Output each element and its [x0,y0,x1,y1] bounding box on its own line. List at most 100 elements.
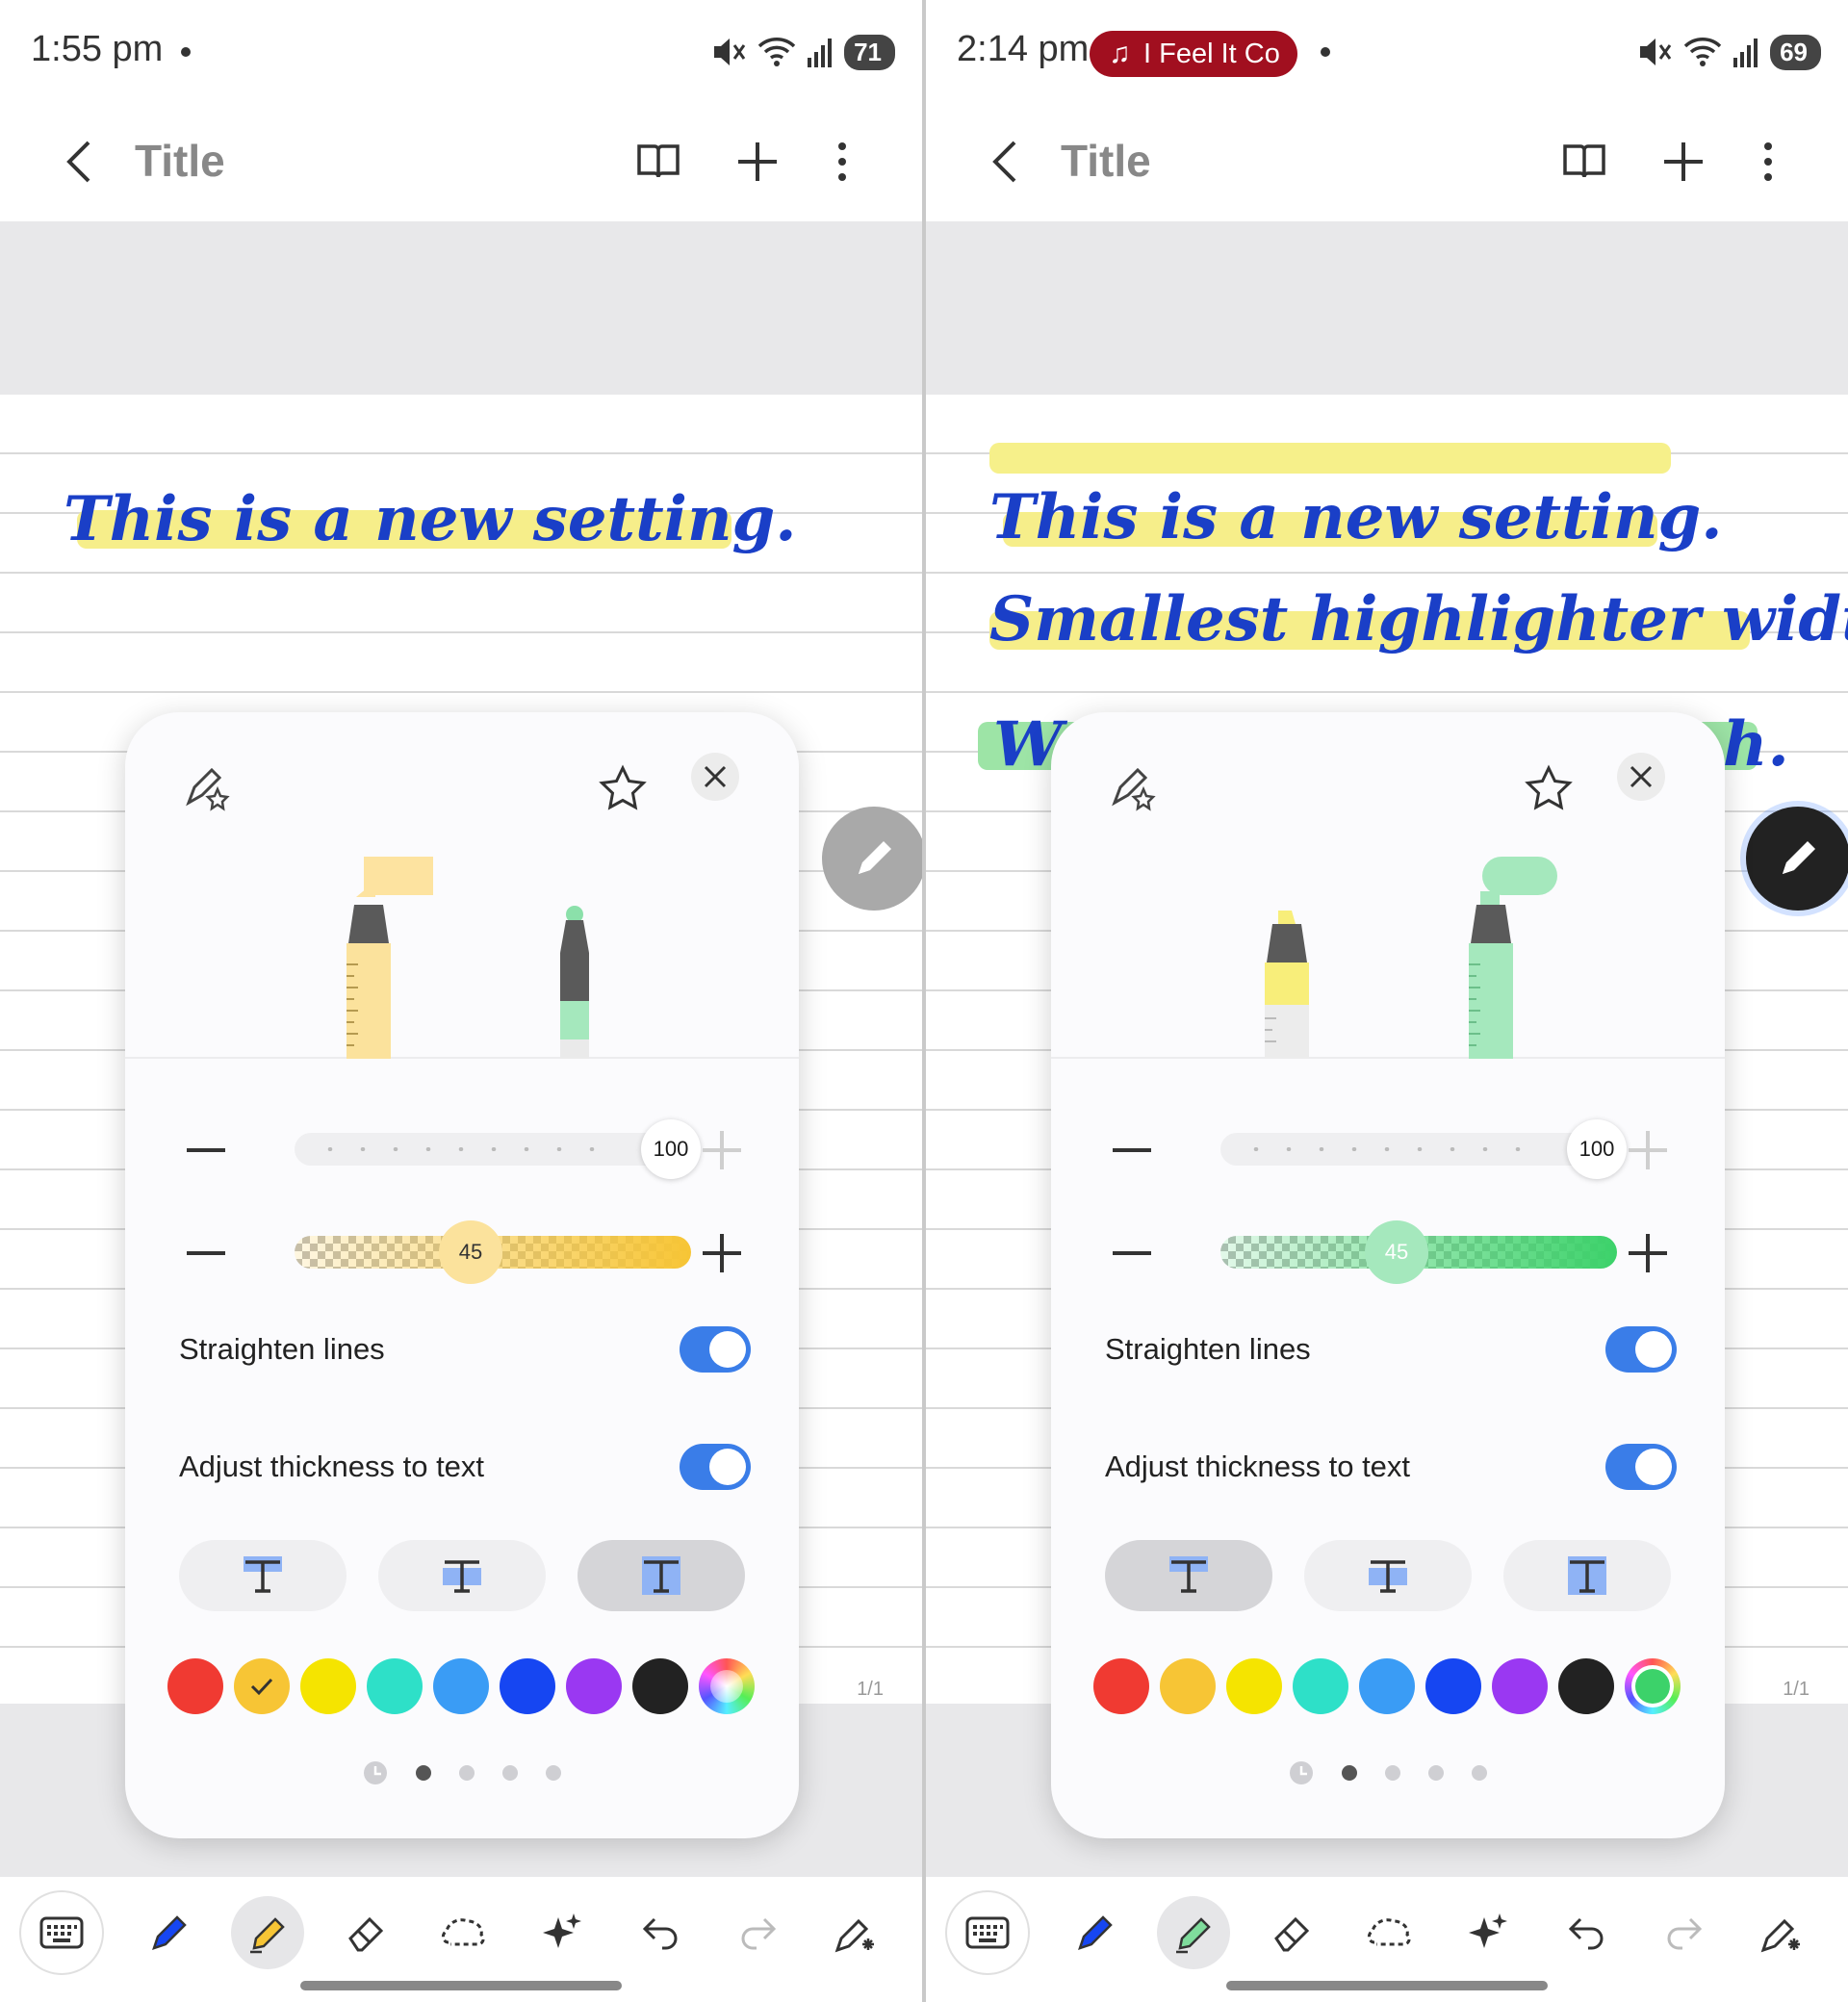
page-top-margin [926,221,1848,395]
pen-settings-button[interactable] [1746,1896,1819,1969]
pen-tool[interactable] [1059,1896,1132,1969]
lasso-icon [441,1918,485,1946]
palette-page-1[interactable] [1342,1765,1357,1781]
pen-icon [152,1915,187,1950]
chisel-highlighter-pen[interactable] [318,857,433,1059]
adjust-thickness-toggle[interactable] [680,1444,751,1490]
eraser-tool[interactable] [1255,1896,1328,1969]
color-blue[interactable] [500,1658,555,1714]
size-increase-button[interactable] [703,1131,741,1169]
color-light-blue[interactable] [1359,1658,1415,1714]
pen-mode-button[interactable] [1746,807,1848,911]
favorite-pen-add-icon[interactable] [181,760,239,818]
pen-tool[interactable] [133,1896,206,1969]
color-orange-yellow[interactable] [234,1658,290,1714]
pen-mode-button[interactable] [822,807,922,911]
color-purple[interactable] [566,1658,622,1714]
text-highlight-mode-middle[interactable] [1304,1540,1472,1611]
text-highlight-mode-top[interactable] [1105,1540,1272,1611]
size-slider-track[interactable] [1220,1133,1617,1166]
highlighter-tool[interactable] [1157,1896,1230,1969]
color-light-blue[interactable] [433,1658,489,1714]
color-yellow[interactable] [300,1658,356,1714]
pen-settings-button[interactable] [820,1896,893,1969]
recent-colors-icon[interactable] [362,1759,389,1786]
color-black[interactable] [1558,1658,1614,1714]
more-options-icon[interactable] [813,133,871,191]
undo-button[interactable] [1550,1896,1623,1969]
adjust-thickness-toggle[interactable] [1605,1444,1677,1490]
palette-page-2[interactable] [459,1765,475,1781]
color-picker-custom-selected[interactable] [1625,1658,1681,1714]
color-purple[interactable] [1492,1658,1548,1714]
size-slider-track[interactable] [295,1133,691,1166]
text-highlight-mode-top[interactable] [179,1540,346,1611]
chisel-highlighter-pen[interactable] [1249,905,1326,1059]
color-red[interactable] [167,1658,223,1714]
color-orange-yellow[interactable] [1160,1658,1216,1714]
palette-page-3[interactable] [1428,1765,1444,1781]
ai-assist-tool[interactable] [1451,1896,1525,1969]
palette-page-4[interactable] [546,1765,561,1781]
opacity-increase-button[interactable] [703,1234,741,1272]
keyboard-button[interactable] [945,1890,1030,1975]
back-icon[interactable] [56,133,104,191]
opacity-increase-button[interactable] [1629,1234,1667,1272]
size-slider-thumb[interactable]: 100 [641,1119,701,1179]
system-icons: 71 [711,33,895,71]
adjust-thickness-label: Adjust thickness to text [179,1450,485,1483]
color-teal[interactable] [1293,1658,1348,1714]
size-increase-button[interactable] [1629,1131,1667,1169]
text-mode-middle-icon [1369,1560,1407,1593]
size-slider-thumb[interactable]: 100 [1567,1119,1627,1179]
palette-page-4[interactable] [1472,1765,1487,1781]
round-highlighter-pen[interactable] [1455,857,1561,1059]
back-icon[interactable] [982,133,1030,191]
highlighter-tool[interactable] [231,1896,304,1969]
palette-page-3[interactable] [502,1765,518,1781]
close-button[interactable] [691,753,739,801]
book-view-icon[interactable] [1555,133,1613,191]
redo-button[interactable] [722,1896,795,1969]
color-blue[interactable] [1425,1658,1481,1714]
color-red[interactable] [1093,1658,1149,1714]
opacity-decrease-button[interactable] [1113,1251,1151,1255]
text-highlight-mode-middle[interactable] [378,1540,546,1611]
size-decrease-button[interactable] [1113,1148,1151,1152]
add-page-icon[interactable] [1655,133,1712,191]
straighten-lines-toggle[interactable] [680,1326,751,1373]
straighten-lines-toggle[interactable] [1605,1326,1677,1373]
opacity-slider-thumb[interactable]: 45 [439,1220,502,1284]
recent-colors-icon[interactable] [1288,1759,1315,1786]
note-title[interactable]: Title [1061,135,1151,187]
lasso-tool[interactable] [427,1896,500,1969]
text-highlight-mode-full[interactable] [1503,1540,1671,1611]
add-page-icon[interactable] [729,133,786,191]
ai-assist-tool[interactable] [526,1896,599,1969]
eraser-tool[interactable] [329,1896,402,1969]
opacity-slider-thumb[interactable]: 45 [1365,1220,1428,1284]
lasso-tool[interactable] [1353,1896,1426,1969]
opacity-decrease-button[interactable] [187,1251,225,1255]
round-highlighter-pen[interactable] [541,905,608,1059]
keyboard-button[interactable] [19,1890,104,1975]
color-picker-spectrum[interactable] [699,1658,755,1714]
highlighter-icon [1176,1917,1211,1954]
favorite-pen-add-icon[interactable] [1107,760,1165,818]
book-view-icon[interactable] [629,133,687,191]
close-button[interactable] [1617,753,1665,801]
text-highlight-mode-full[interactable] [578,1540,745,1611]
now-playing-chip[interactable]: ♫ I Feel It Co [1090,31,1297,77]
color-yellow[interactable] [1226,1658,1282,1714]
star-favorite-icon[interactable] [594,760,652,818]
star-favorite-icon[interactable] [1520,760,1578,818]
undo-button[interactable] [624,1896,697,1969]
palette-page-2[interactable] [1385,1765,1400,1781]
redo-button[interactable] [1648,1896,1721,1969]
color-black[interactable] [632,1658,688,1714]
note-title[interactable]: Title [135,135,225,187]
more-options-icon[interactable] [1739,133,1797,191]
color-teal[interactable] [367,1658,423,1714]
size-decrease-button[interactable] [187,1148,225,1152]
palette-page-1[interactable] [416,1765,431,1781]
